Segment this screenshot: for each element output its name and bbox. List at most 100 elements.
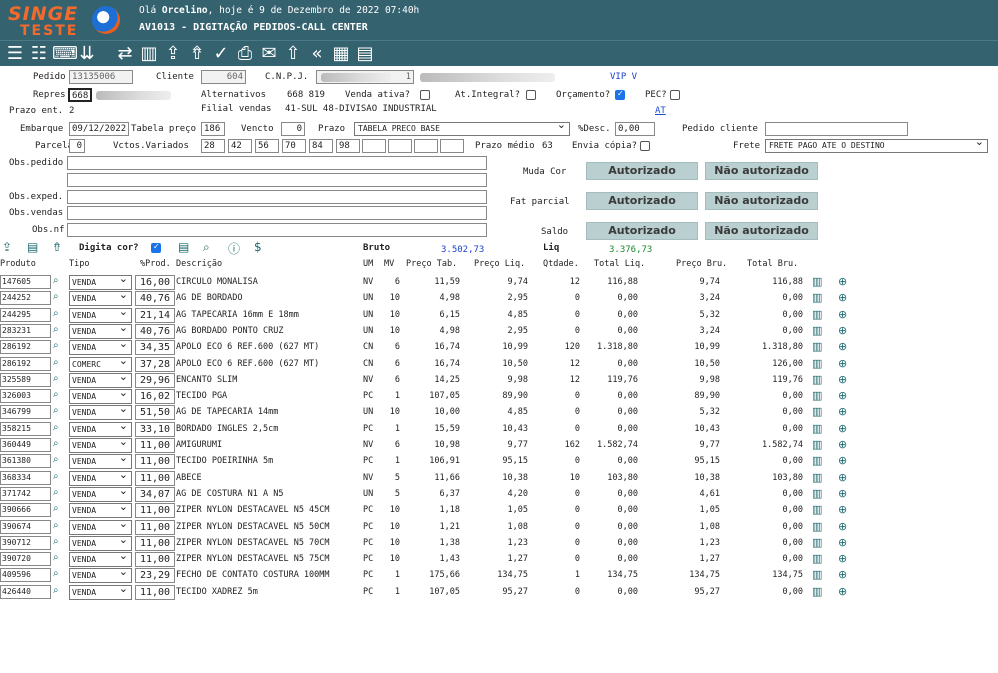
desc-field[interactable]: 0,00 — [615, 122, 655, 136]
obs-exped-field[interactable] — [67, 190, 487, 204]
vencto-field[interactable]: 0 — [281, 122, 305, 136]
gear-icon[interactable]: ⊕ — [838, 536, 847, 549]
cnpj-field[interactable]: 1 — [316, 70, 414, 84]
search-icon[interactable]: ⌕ — [53, 422, 59, 433]
vcto-field-5[interactable]: 84 — [309, 139, 333, 153]
search-icon[interactable]: ⌕ — [53, 471, 59, 482]
search-icon[interactable]: ⌕ — [53, 585, 59, 596]
book-icon[interactable]: ▥ — [812, 536, 822, 549]
product-code-field[interactable]: 346799 — [0, 405, 51, 420]
clipboard-icon[interactable]: ▤ — [354, 43, 376, 65]
book-icon[interactable]: ▥ — [812, 471, 822, 484]
gear-icon[interactable]: ⊕ — [838, 454, 847, 467]
book-icon[interactable]: ▥ — [812, 291, 822, 304]
pct-prod-field[interactable]: 11,00 — [135, 584, 175, 600]
gear-icon[interactable]: ⊕ — [838, 438, 847, 451]
tabela-preco-field[interactable]: 186 — [201, 122, 225, 136]
book-icon[interactable]: ▥ — [138, 43, 160, 65]
pct-prod-field[interactable]: 40,76 — [135, 323, 175, 339]
repres-field[interactable]: 668 — [68, 88, 92, 102]
gear-icon[interactable]: ⊕ — [838, 340, 847, 353]
search-icon[interactable]: ⌕ — [53, 275, 59, 286]
search-icon[interactable]: ⌕ — [53, 324, 59, 335]
search-icon[interactable]: ⌕ — [203, 240, 210, 255]
search-icon[interactable]: ⌕ — [53, 340, 59, 351]
product-code-field[interactable]: 286192 — [0, 356, 51, 371]
muda-cor-nao-autorizado-button[interactable]: Não autorizado — [705, 162, 818, 180]
pedido-cliente-field[interactable] — [765, 122, 908, 136]
pct-prod-field[interactable]: 51,50 — [135, 405, 175, 421]
at-link[interactable]: AT — [655, 106, 666, 116]
pct-prod-field[interactable]: 11,00 — [135, 552, 175, 568]
book-icon[interactable]: ▥ — [812, 405, 822, 418]
vcto-field-4[interactable]: 70 — [282, 139, 306, 153]
email-icon[interactable]: ✉ — [258, 43, 280, 65]
search-icon[interactable]: ⌕ — [53, 552, 59, 563]
search-icon[interactable]: ⌕ — [53, 454, 59, 465]
upload-person-icon[interactable]: ⇮ — [52, 240, 62, 254]
product-code-field[interactable]: 390674 — [0, 519, 51, 534]
prazo-select[interactable]: TABELA PRECO BASE — [354, 122, 570, 136]
tipo-select[interactable]: VENDA — [69, 582, 132, 600]
obs-vendas-field[interactable] — [67, 206, 487, 220]
search-icon[interactable]: ⌕ — [53, 487, 59, 498]
search-icon[interactable]: ⌕ — [53, 373, 59, 384]
pct-prod-field[interactable]: 11,00 — [135, 454, 175, 470]
at-integral-checkbox[interactable] — [526, 90, 536, 100]
vcto-field-2[interactable]: 42 — [228, 139, 252, 153]
obs-pedido-field-2[interactable] — [67, 173, 487, 187]
document-icon[interactable]: ▤ — [178, 240, 189, 254]
product-code-field[interactable]: 368334 — [0, 470, 51, 485]
gear-icon[interactable]: ⊕ — [838, 552, 847, 565]
frete-select[interactable]: FRETE PAGO ATE O DESTINO — [765, 139, 988, 153]
product-code-field[interactable]: 390720 — [0, 552, 51, 567]
search-icon[interactable]: ⌕ — [53, 291, 59, 302]
refresh-icon[interactable]: ⇄ — [114, 43, 136, 65]
book-icon[interactable]: ▥ — [812, 389, 822, 402]
gear-icon[interactable]: ⊕ — [838, 308, 847, 321]
pct-prod-field[interactable]: 37,28 — [135, 356, 175, 372]
orcamento-checkbox[interactable] — [615, 89, 625, 100]
pct-prod-field[interactable]: 33,10 — [135, 421, 175, 437]
book-icon[interactable]: ▥ — [812, 487, 822, 500]
pct-prod-field[interactable]: 34,35 — [135, 340, 175, 356]
keyboard-list-icon[interactable]: ⌨ — [52, 43, 78, 65]
vcto-field-7[interactable] — [362, 139, 386, 153]
gear-icon[interactable]: ⊕ — [838, 373, 847, 386]
gear-icon[interactable]: ⊕ — [838, 291, 847, 304]
gear-icon[interactable]: ⊕ — [838, 357, 847, 370]
product-code-field[interactable]: 390666 — [0, 503, 51, 518]
document-icon[interactable]: ▤ — [27, 240, 38, 254]
upload-person-icon[interactable]: ⇮ — [186, 43, 208, 65]
book-icon[interactable]: ▥ — [812, 438, 822, 451]
gear-icon[interactable]: ⊕ — [838, 487, 847, 500]
envia-copia-checkbox[interactable] — [640, 141, 650, 151]
obs-pedido-field-1[interactable] — [67, 156, 487, 170]
chevrons-down-icon[interactable]: ⇊ — [76, 43, 98, 65]
search-icon[interactable]: ⌕ — [53, 568, 59, 579]
saldo-nao-autorizado-button[interactable]: Não autorizado — [705, 222, 818, 240]
saldo-autorizado-button[interactable]: Autorizado — [586, 222, 698, 240]
venda-ativa-checkbox[interactable] — [420, 90, 430, 100]
search-icon[interactable]: ⌕ — [53, 536, 59, 547]
pct-prod-field[interactable]: 23,29 — [135, 568, 175, 584]
book-icon[interactable]: ▥ — [812, 568, 822, 581]
product-code-field[interactable]: 326003 — [0, 389, 51, 404]
gear-icon[interactable]: ⊕ — [838, 520, 847, 533]
gear-icon[interactable]: ⊕ — [838, 422, 847, 435]
parcela-field[interactable]: 0 — [69, 139, 85, 153]
obs-nf-field[interactable] — [67, 223, 487, 237]
product-code-field[interactable]: 286192 — [0, 340, 51, 355]
pct-prod-field[interactable]: 11,00 — [135, 519, 175, 535]
upload-tray-icon[interactable]: ⇪ — [162, 43, 184, 65]
gear-icon[interactable]: ⊕ — [838, 568, 847, 581]
gear-icon[interactable]: ⊕ — [838, 389, 847, 402]
gear-icon[interactable]: ⊕ — [838, 503, 847, 516]
product-code-field[interactable]: 147605 — [0, 275, 51, 289]
pct-prod-field[interactable]: 11,00 — [135, 535, 175, 551]
search-icon[interactable]: ⌕ — [53, 520, 59, 531]
double-chevron-left-icon[interactable]: « — [306, 43, 328, 65]
product-code-field[interactable]: 325589 — [0, 372, 51, 387]
book-icon[interactable]: ▥ — [812, 357, 822, 370]
search-icon[interactable]: ⌕ — [53, 405, 59, 416]
